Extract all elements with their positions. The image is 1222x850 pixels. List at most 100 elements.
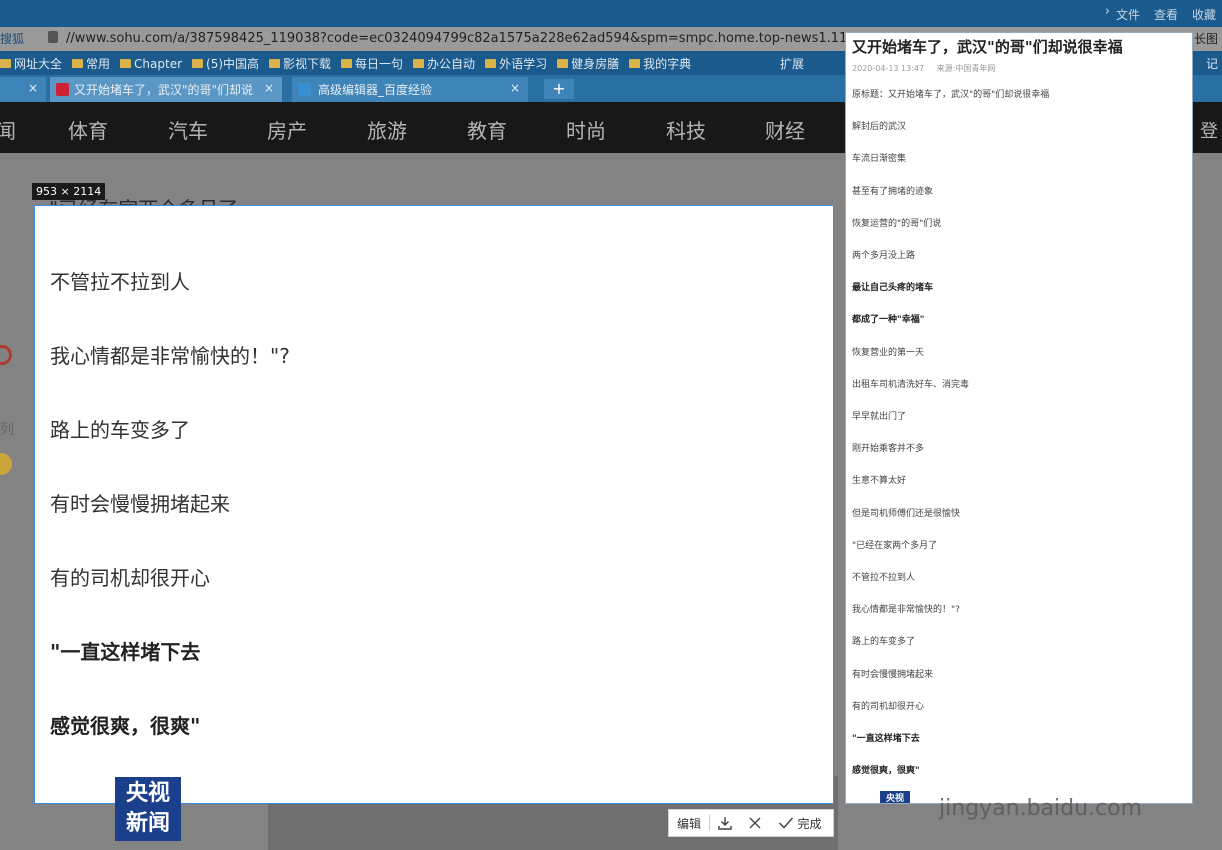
article-line-bold: "一直这样堵下去 [50, 640, 201, 664]
edit-button[interactable]: 编辑 [669, 810, 709, 836]
article-line: 有时会慢慢拥堵起来 [50, 492, 230, 516]
long-screenshot-button[interactable]: 长图 [1194, 30, 1218, 47]
nav-item[interactable]: 体育 [68, 115, 108, 144]
side-label: 列 [0, 422, 14, 438]
nav-item[interactable]: 闻 [0, 115, 16, 144]
new-tab-button[interactable]: + [544, 79, 574, 99]
share-icon [0, 345, 12, 365]
favorite-item[interactable]: Chapter [120, 55, 182, 72]
favorite-item[interactable]: 影视下载 [269, 55, 331, 72]
favorite-label: 每日一句 [355, 57, 404, 71]
preview-line: 甚至有了拥堵的迹象 [852, 186, 934, 197]
preview-line: 有的司机却很开心 [852, 701, 925, 712]
long-screenshot-preview[interactable]: 又开始堵车了，武汉"的哥"们却说很幸福 2020-04-13 13:47 来源:… [845, 32, 1193, 804]
folder-icon [192, 59, 204, 68]
nav-item[interactable]: 房产 [267, 115, 307, 144]
preview-line-bold: 感觉很爽，很爽" [852, 766, 920, 777]
favorite-label: 办公自动 [427, 57, 476, 71]
folder-icon [120, 59, 132, 68]
preview-cctv-logo: 央视 [880, 791, 910, 803]
favorite-label: 网址大全 [14, 57, 63, 71]
preview-line: 恢复运营的"的哥"们说 [852, 218, 942, 229]
favorite-label: 外语学习 [499, 57, 548, 71]
preview-title: 又开始堵车了，武汉"的哥"们却说很幸福 [852, 38, 1123, 56]
folder-icon [72, 59, 84, 68]
extensions-button[interactable]: 扩展 [780, 55, 804, 72]
browser-menubar: › 文件 查看 收藏 [0, 0, 1222, 27]
menu-view[interactable]: 查看 [1154, 6, 1178, 23]
preview-line: 但是司机师傅们还是很愉快 [852, 508, 961, 519]
folder-icon [269, 59, 281, 68]
favorite-label: 影视下载 [283, 57, 332, 71]
preview-date: 2020-04-13 13:47 [852, 64, 925, 73]
preview-line-bold: 都成了一种"幸福" [852, 315, 925, 326]
preview-line: "已经在家两个多月了 [852, 540, 938, 551]
done-button[interactable]: 完成 [770, 810, 830, 836]
watermark-domain: jingyan.baidu.com [939, 796, 1143, 821]
favorite-label: 我的字典 [643, 57, 692, 71]
favorite-item[interactable]: 办公自动 [413, 55, 475, 72]
tab-close-icon[interactable]: × [28, 81, 38, 95]
nav-item[interactable]: 教育 [467, 115, 507, 144]
capture-selection-area[interactable]: 不管拉不拉到人 我心情都是非常愉快的！"? 路上的车变多了 有时会慢慢拥堵起来 … [34, 205, 834, 804]
nav-item[interactable]: 旅游 [367, 115, 407, 144]
favorites-right-item[interactable]: 记 [1206, 55, 1218, 72]
favorite-item[interactable]: 常用 [72, 55, 110, 72]
favorite-label: Chapter [134, 56, 183, 71]
article-line: 我心情都是非常愉快的！"? [50, 344, 290, 368]
favorite-item[interactable]: 每日一句 [341, 55, 403, 72]
done-label: 完成 [797, 816, 822, 831]
folder-icon [557, 59, 569, 68]
logo-line: 央视 [125, 781, 170, 806]
close-icon[interactable] [740, 810, 770, 836]
login-link[interactable]: 登 [1200, 117, 1218, 143]
url-field[interactable]: //www.sohu.com/a/387598425_119038?code=e… [66, 31, 893, 46]
chevron-right-icon[interactable]: › [1105, 4, 1110, 19]
capture-toolbar: 编辑 完成 [668, 809, 834, 837]
folder-icon [629, 59, 641, 68]
preview-line: 车流日渐密集 [852, 154, 907, 165]
star-icon [0, 453, 12, 475]
article-line: 有的司机却很开心 [50, 566, 210, 590]
favorite-item[interactable]: 外语学习 [485, 55, 547, 72]
nav-item[interactable]: 时尚 [566, 115, 606, 144]
preview-line-bold: 最让自己头疼的堵车 [852, 283, 934, 294]
article-line: 不管拉不拉到人 [50, 270, 190, 294]
favorite-item[interactable]: 我的字典 [629, 55, 691, 72]
nav-item[interactable]: 财经 [765, 115, 805, 144]
tab-label: 又开始堵车了，武汉"的哥"们却说 [74, 83, 254, 97]
cctv-news-logo: 央视 新闻 [115, 777, 181, 841]
favorite-item[interactable]: 网址大全 [0, 55, 62, 72]
preview-line: 出租车司机清洗好车、消完毒 [852, 379, 970, 390]
tab-close-icon[interactable]: × [510, 81, 520, 95]
selection-size-label: 953 × 2114 [32, 183, 106, 200]
menu-favorites[interactable]: 收藏 [1192, 6, 1216, 23]
baidu-jingyan-watermark: Bai du经验 jingyan.baidu.com [937, 720, 1217, 830]
favorite-label: 健身房膳 [571, 57, 620, 71]
sohu-favicon-icon [56, 83, 69, 96]
download-icon[interactable] [710, 810, 740, 836]
folder-icon [485, 59, 497, 68]
baidu-favicon-icon [298, 83, 311, 96]
folder-icon [413, 59, 425, 68]
tab-close-icon[interactable]: × [264, 81, 274, 95]
favorite-item[interactable]: 健身房膳 [557, 55, 619, 72]
favorite-item[interactable]: (5)中国高 [192, 55, 259, 72]
preview-source: 来源:中国青年网 [936, 64, 996, 73]
menu-file[interactable]: 文件 [1116, 6, 1140, 23]
lock-icon [48, 31, 58, 43]
tab-sohu-article[interactable]: 又开始堵车了，武汉"的哥"们却说 × [50, 77, 282, 102]
folder-icon [341, 59, 353, 68]
logo-line: 新闻 [125, 811, 170, 836]
nav-item[interactable]: 汽车 [168, 115, 208, 144]
article-line-bold: 感觉很爽，很爽" [50, 714, 201, 738]
preview-line: 两个多月没上路 [852, 251, 916, 261]
preview-line: 解封后的武汉 [852, 122, 907, 133]
tab-baidu-editor[interactable]: 高级编辑器_百度经验 × [292, 77, 528, 102]
nav-item[interactable]: 科技 [666, 115, 706, 144]
preview-line-bold: "一直这样堵下去 [852, 734, 920, 744]
tab-previous[interactable]: × [0, 77, 46, 102]
preview-line: 早早就出门了 [852, 412, 907, 422]
site-identity-label[interactable]: 搜狐 [0, 30, 24, 47]
preview-line: 不管拉不拉到人 [852, 573, 916, 583]
